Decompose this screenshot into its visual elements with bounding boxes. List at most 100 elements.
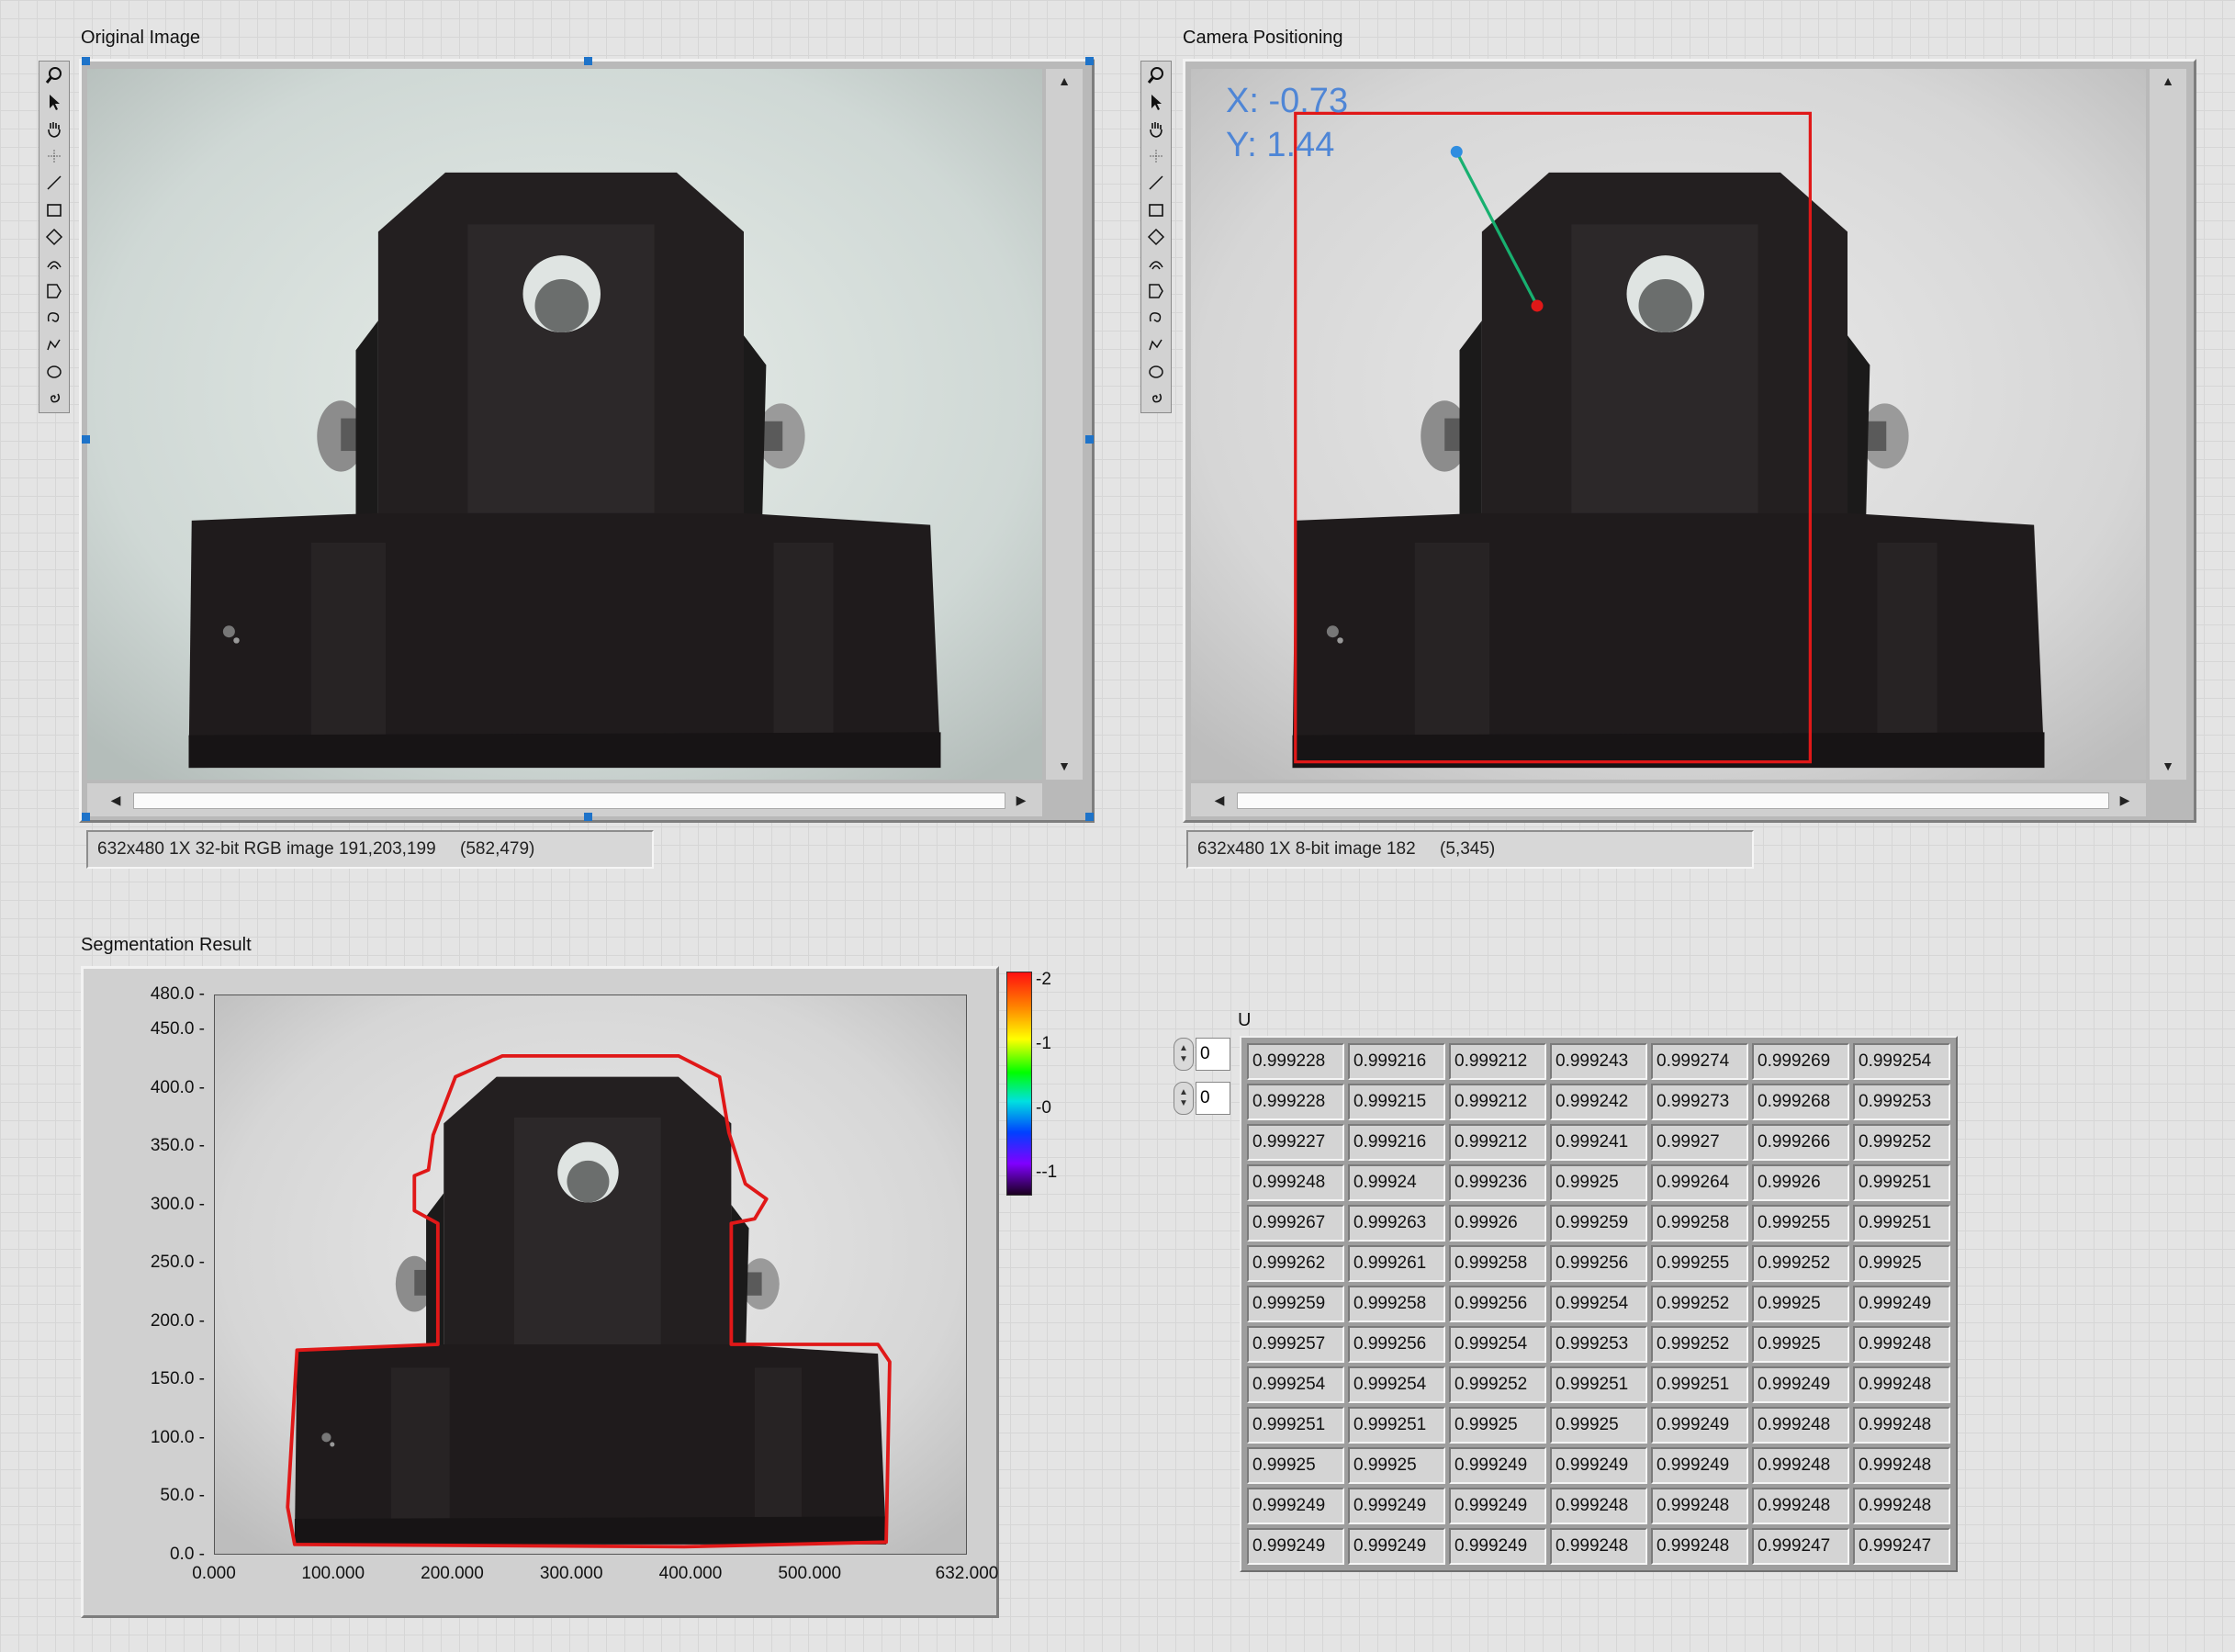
array-cell[interactable]: 0.999257: [1247, 1326, 1344, 1363]
broken-line-icon[interactable]: [1144, 332, 1168, 357]
selection-handle[interactable]: [584, 813, 592, 821]
array-cell[interactable]: 0.999248: [1853, 1488, 1950, 1524]
array-cell[interactable]: 0.999248: [1853, 1366, 1950, 1403]
horizontal-scroll-thumb[interactable]: [133, 792, 1005, 809]
array-cell[interactable]: 0.999216: [1348, 1043, 1445, 1080]
array-cell[interactable]: 0.999251: [1651, 1366, 1748, 1403]
selection-handle[interactable]: [1085, 813, 1094, 821]
array-cell[interactable]: 0.999256: [1449, 1286, 1546, 1322]
row-index-value[interactable]: 0: [1196, 1038, 1230, 1071]
array-cell[interactable]: 0.999248: [1752, 1488, 1849, 1524]
array-cell[interactable]: 0.999249: [1651, 1447, 1748, 1484]
array-cell[interactable]: 0.999248: [1550, 1488, 1647, 1524]
vertical-scrollbar[interactable]: ▲ ▼: [2150, 69, 2186, 780]
selection-handle[interactable]: [1085, 435, 1094, 444]
array-cell[interactable]: 0.999268: [1752, 1084, 1849, 1120]
pan-icon[interactable]: [42, 117, 66, 141]
array-cell[interactable]: 0.999255: [1651, 1245, 1748, 1282]
array-cell[interactable]: 0.999252: [1449, 1366, 1546, 1403]
array-cell[interactable]: 0.999247: [1853, 1528, 1950, 1565]
array-cell[interactable]: 0.999259: [1247, 1286, 1344, 1322]
array-cell[interactable]: 0.999248: [1752, 1447, 1849, 1484]
scroll-down-arrow[interactable]: ▼: [2158, 756, 2178, 776]
array-cell[interactable]: 0.999242: [1550, 1084, 1647, 1120]
array-cell[interactable]: 0.999251: [1853, 1205, 1950, 1242]
selection-handle[interactable]: [82, 813, 90, 821]
array-cell[interactable]: 0.999254: [1853, 1043, 1950, 1080]
freehand-icon[interactable]: [42, 306, 66, 331]
scroll-left-arrow[interactable]: ◀: [106, 790, 126, 810]
scroll-right-arrow[interactable]: ▶: [2115, 790, 2135, 810]
array-cell[interactable]: 0.999252: [1853, 1124, 1950, 1161]
array-cell[interactable]: 0.999254: [1247, 1366, 1344, 1403]
horizontal-scroll-thumb[interactable]: [1237, 792, 2109, 809]
array-cell[interactable]: 0.999254: [1348, 1366, 1445, 1403]
array-cell[interactable]: 0.999267: [1247, 1205, 1344, 1242]
array-cell[interactable]: 0.999266: [1752, 1124, 1849, 1161]
array-cell[interactable]: 0.999253: [1550, 1326, 1647, 1363]
array-cell[interactable]: 0.999258: [1348, 1286, 1445, 1322]
column-index-value[interactable]: 0: [1196, 1082, 1230, 1115]
oval-icon[interactable]: [42, 359, 66, 384]
array-cell[interactable]: 0.999251: [1853, 1164, 1950, 1201]
horizontal-scrollbar[interactable]: ◀ ▶: [1191, 783, 2146, 816]
array-cell[interactable]: 0.999261: [1348, 1245, 1445, 1282]
array-cell[interactable]: 0.999264: [1651, 1164, 1748, 1201]
array-cell[interactable]: 0.999251: [1348, 1407, 1445, 1444]
array-cell[interactable]: 0.99925: [1550, 1164, 1647, 1201]
array-cell[interactable]: 0.999251: [1550, 1366, 1647, 1403]
array-cell[interactable]: 0.999256: [1550, 1245, 1647, 1282]
array-cell[interactable]: 0.999241: [1550, 1124, 1647, 1161]
array-cell[interactable]: 0.99925: [1348, 1447, 1445, 1484]
annulus-icon[interactable]: [1144, 252, 1168, 276]
array-cell[interactable]: 0.99926: [1752, 1164, 1849, 1201]
array-cell[interactable]: 0.999249: [1752, 1366, 1849, 1403]
scroll-right-arrow[interactable]: ▶: [1011, 790, 1031, 810]
vertical-scrollbar[interactable]: ▲ ▼: [1046, 69, 1083, 780]
rotated-rectangle-icon[interactable]: [42, 224, 66, 249]
array-cell[interactable]: 0.999256: [1348, 1326, 1445, 1363]
array-cell[interactable]: 0.999249: [1449, 1528, 1546, 1565]
column-index-spinner[interactable]: ▲ ▼: [1174, 1082, 1194, 1115]
zoom-icon[interactable]: [42, 62, 66, 87]
array-cell[interactable]: 0.999249: [1651, 1407, 1748, 1444]
array-cell[interactable]: 0.999273: [1651, 1084, 1748, 1120]
point-icon[interactable]: [42, 143, 66, 168]
array-cell[interactable]: 0.999269: [1752, 1043, 1849, 1080]
array-cell[interactable]: 0.999248: [1752, 1407, 1849, 1444]
array-cell[interactable]: 0.999258: [1449, 1245, 1546, 1282]
array-cell[interactable]: 0.999248: [1247, 1164, 1344, 1201]
scroll-left-arrow[interactable]: ◀: [1209, 790, 1230, 810]
horizontal-scrollbar[interactable]: ◀ ▶: [87, 783, 1042, 816]
array-cell[interactable]: 0.999254: [1449, 1326, 1546, 1363]
broken-line-icon[interactable]: [42, 332, 66, 357]
scroll-down-arrow[interactable]: ▼: [1054, 756, 1074, 776]
array-cell[interactable]: 0.999274: [1651, 1043, 1748, 1080]
array-cell[interactable]: 0.999249: [1348, 1528, 1445, 1565]
array-cell[interactable]: 0.999249: [1853, 1286, 1950, 1322]
pan-icon[interactable]: [1144, 117, 1168, 141]
array-cell[interactable]: 0.999248: [1853, 1326, 1950, 1363]
array-cell[interactable]: 0.999248: [1651, 1488, 1748, 1524]
zoom-icon[interactable]: [1144, 62, 1168, 87]
array-cell[interactable]: 0.99925: [1853, 1245, 1950, 1282]
pointer-icon[interactable]: [42, 89, 66, 114]
annulus-icon[interactable]: [42, 252, 66, 276]
selection-handle[interactable]: [82, 57, 90, 65]
segmentation-graph[interactable]: 480.0 - 450.0 - 400.0 - 350.0 - 300.0 - 250.0…: [81, 966, 999, 1618]
array-cell[interactable]: 0.999252: [1651, 1286, 1748, 1322]
array-cell[interactable]: 0.999248: [1550, 1528, 1647, 1565]
array-cell[interactable]: 0.99925: [1550, 1407, 1647, 1444]
array-cell[interactable]: 0.999216: [1348, 1124, 1445, 1161]
freehand-icon[interactable]: [1144, 306, 1168, 331]
array-cell[interactable]: 0.999249: [1449, 1488, 1546, 1524]
array-cell[interactable]: 0.99925: [1449, 1407, 1546, 1444]
polygon-icon[interactable]: [42, 278, 66, 303]
camera-image-viewport[interactable]: X: -0.73 Y: 1.44: [1191, 69, 2146, 780]
array-cell[interactable]: 0.999248: [1651, 1528, 1748, 1565]
array-cell[interactable]: 0.999249: [1449, 1447, 1546, 1484]
line-icon[interactable]: [1144, 171, 1168, 196]
oval-icon[interactable]: [1144, 359, 1168, 384]
polygon-icon[interactable]: [1144, 278, 1168, 303]
selection-handle[interactable]: [82, 435, 90, 444]
